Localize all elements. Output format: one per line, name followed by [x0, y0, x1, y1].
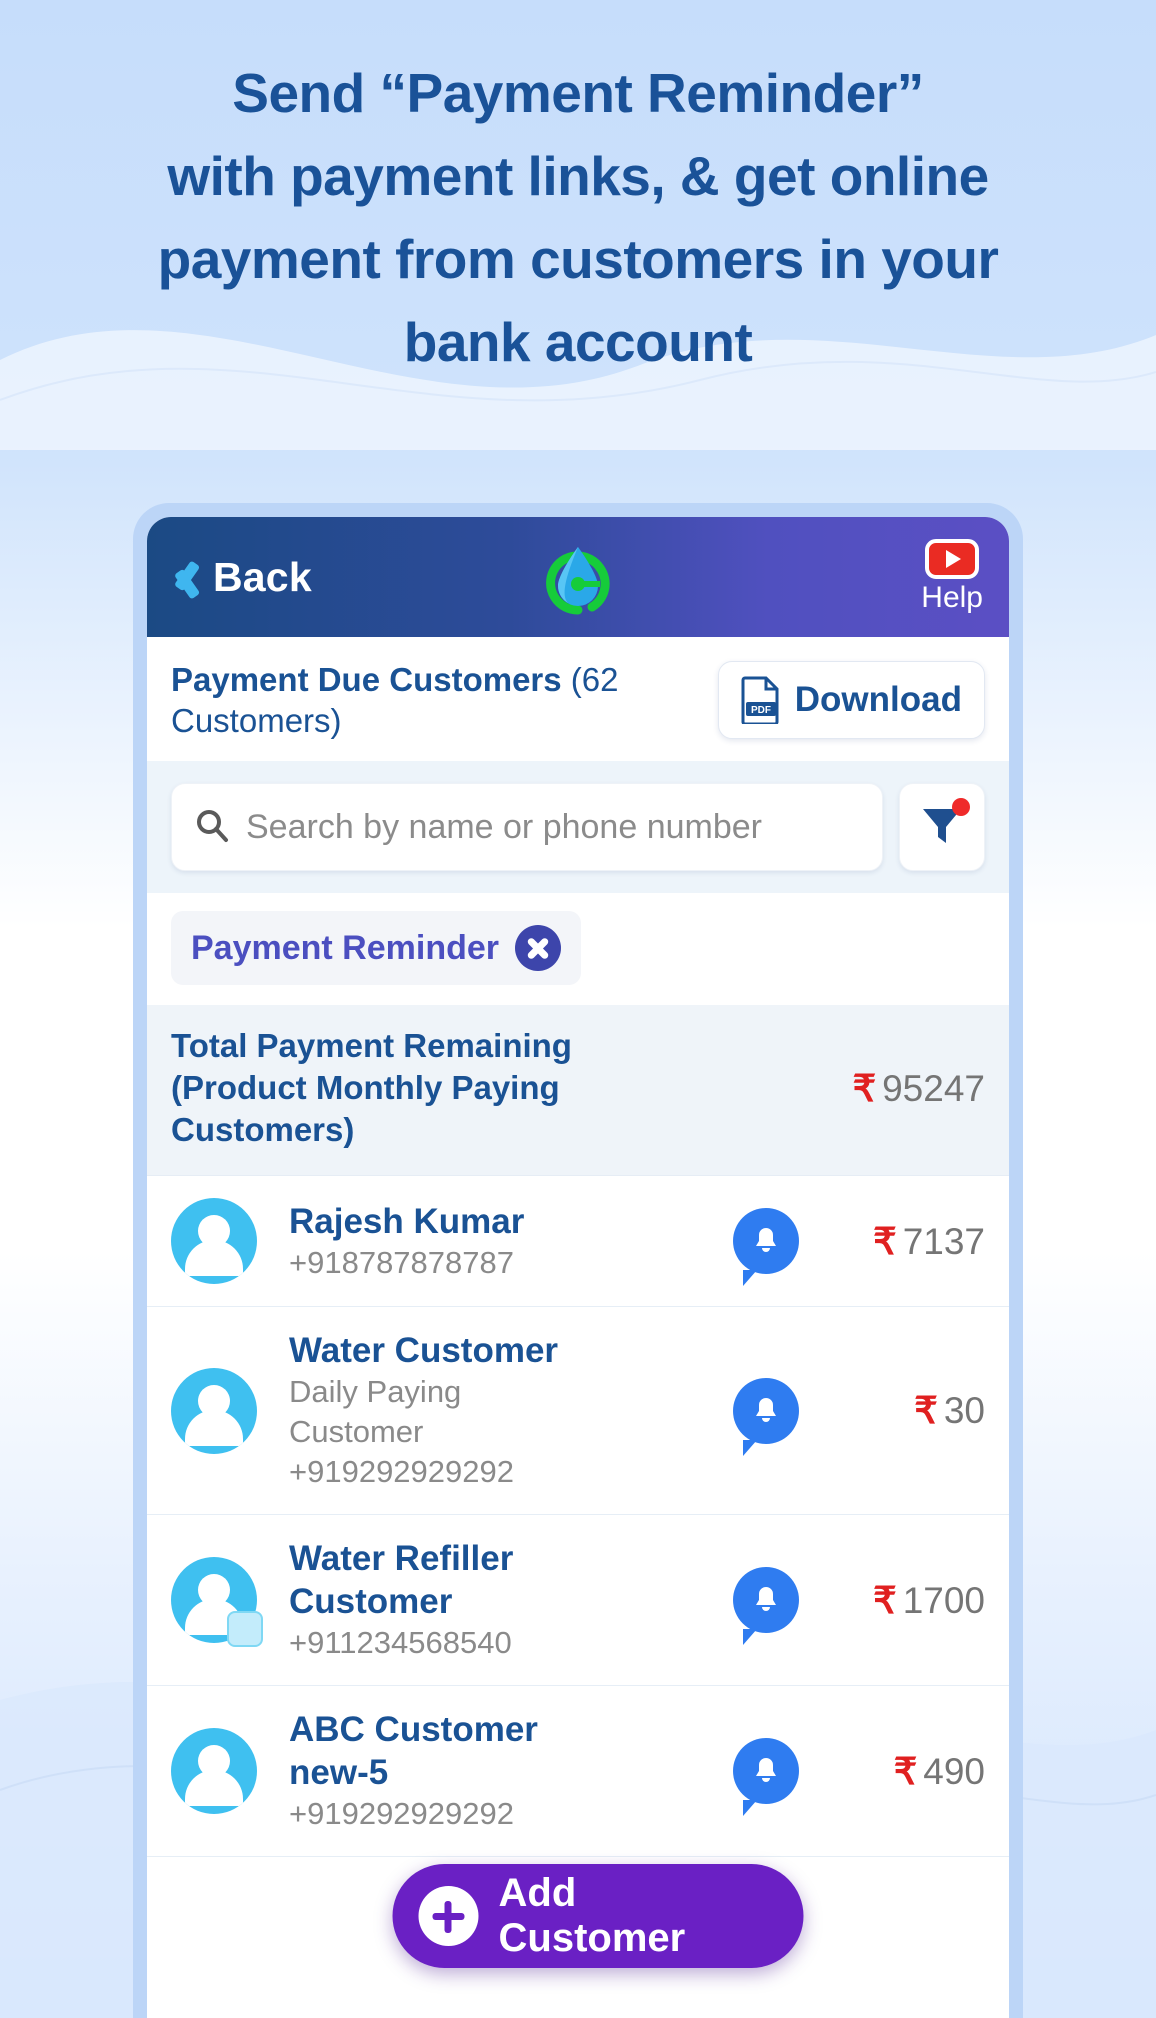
customer-name: ABC Customer new-5: [289, 1710, 538, 1792]
chevron-left-icon: [165, 553, 199, 601]
filter-badge-dot: [952, 798, 970, 816]
total-payment-remaining-row: Total Payment Remaining (Product Monthly…: [147, 1005, 1009, 1176]
rupee-icon: ₹: [873, 1579, 897, 1621]
search-input[interactable]: Search by name or phone number: [171, 783, 883, 871]
active-filters-row: Payment Reminder: [147, 893, 1009, 1005]
download-button-label: Download: [794, 680, 962, 719]
water-drop-logo-icon: [539, 538, 617, 616]
help-button[interactable]: Help: [921, 539, 983, 615]
customer-info: Water Refiller Customer +911234568540: [267, 1537, 723, 1663]
svg-text:PDF: PDF: [751, 705, 771, 716]
customer-amount: ₹1700: [835, 1579, 985, 1622]
bell-notification-icon[interactable]: [733, 1377, 799, 1456]
back-button[interactable]: Back: [165, 553, 312, 601]
customer-phone: +918787878787: [289, 1244, 514, 1280]
filter-chip-payment-reminder[interactable]: Payment Reminder: [171, 911, 581, 985]
help-button-label: Help: [921, 581, 983, 614]
table-row[interactable]: Water Customer Daily Paying Customer +91…: [147, 1307, 1009, 1515]
filter-chip-label: Payment Reminder: [191, 928, 499, 967]
search-icon: [194, 807, 230, 848]
customer-amount-value: 1700: [902, 1579, 985, 1621]
customer-name: Rajesh Kumar: [289, 1201, 525, 1241]
search-placeholder: Search by name or phone number: [246, 807, 762, 846]
customer-phone: +919292929292: [289, 1454, 514, 1489]
rupee-icon: ₹: [893, 1750, 918, 1792]
refill-badge-icon: [227, 1611, 263, 1647]
page-title-row: Payment Due Customers (62 Customers) PDF…: [147, 637, 1009, 761]
table-row[interactable]: Rajesh Kumar +918787878787 ₹7137: [147, 1176, 1009, 1307]
total-payment-amount: ₹95247: [853, 1067, 985, 1110]
rupee-icon: ₹: [873, 1220, 897, 1262]
avatar-wrap: [171, 1367, 257, 1454]
bell-notification-icon[interactable]: [733, 1738, 799, 1816]
avatar-wrap: [171, 1728, 257, 1814]
headline-line-1: Send “Payment Reminder”: [232, 62, 924, 124]
customer-phone: +919292929292: [289, 1796, 514, 1831]
customer-info: Water Customer Daily Paying Customer +91…: [267, 1329, 723, 1492]
customer-subtitle: Daily Paying Customer: [289, 1374, 462, 1449]
customer-info: ABC Customer new-5 +919292929292: [267, 1708, 723, 1834]
page-title: Payment Due Customers (62 Customers): [171, 659, 641, 741]
table-row[interactable]: ABC Customer new-5 +919292929292 ₹490: [147, 1686, 1009, 1857]
page-headline: Send “Payment Reminder” with payment lin…: [0, 52, 1156, 384]
bell-notification-icon[interactable]: [733, 1208, 799, 1286]
rupee-icon: ₹: [914, 1390, 938, 1431]
customer-amount: ₹30: [835, 1389, 985, 1432]
plus-circle-icon: [418, 1886, 479, 1946]
search-band: Search by name or phone number: [147, 761, 1009, 893]
filter-button[interactable]: [899, 783, 985, 871]
customer-amount: ₹490: [835, 1750, 985, 1793]
table-row[interactable]: Water Refiller Customer +911234568540 ₹1…: [147, 1515, 1009, 1686]
avatar: [171, 1367, 257, 1454]
customer-info: Rajesh Kumar +918787878787: [267, 1200, 723, 1283]
rupee-icon: ₹: [852, 1067, 877, 1109]
app-screen: Back Help Payment Due Customers (62 Cust…: [147, 517, 1009, 2018]
pdf-file-icon: PDF: [741, 676, 781, 726]
customer-name: Water Refiller Customer: [289, 1539, 514, 1621]
customer-amount-value: 7137: [902, 1220, 985, 1262]
customer-name: Water Customer: [289, 1331, 559, 1370]
youtube-play-icon: [925, 539, 980, 579]
phone-mockup: Back Help Payment Due Customers (62 Cust…: [133, 503, 1023, 2018]
close-circle-icon[interactable]: [515, 925, 561, 971]
total-payment-label: Total Payment Remaining (Product Monthly…: [171, 1027, 572, 1148]
avatar-wrap: [171, 1198, 257, 1284]
headline-line-2: with payment links, & get online: [167, 145, 989, 207]
headline-line-3: payment from customers in your: [157, 228, 999, 290]
customer-amount: ₹7137: [835, 1220, 985, 1263]
customer-phone: +911234568540: [289, 1625, 512, 1660]
download-button[interactable]: PDF Download: [717, 661, 985, 739]
bell-notification-icon[interactable]: [733, 1567, 799, 1645]
app-bar: Back Help: [147, 517, 1009, 637]
back-button-label: Back: [213, 553, 312, 600]
headline-line-4: bank account: [403, 311, 753, 373]
add-customer-label: Add Customer: [498, 1871, 686, 1960]
avatar: [171, 1198, 257, 1284]
page-title-main: Payment Due Customers: [171, 661, 562, 698]
customer-amount-value: 490: [923, 1750, 985, 1792]
avatar-wrap: [171, 1557, 263, 1647]
avatar: [171, 1728, 257, 1814]
total-payment-value: 95247: [882, 1067, 985, 1109]
add-customer-button[interactable]: Add Customer: [392, 1864, 804, 1968]
customer-amount-value: 30: [943, 1390, 985, 1431]
